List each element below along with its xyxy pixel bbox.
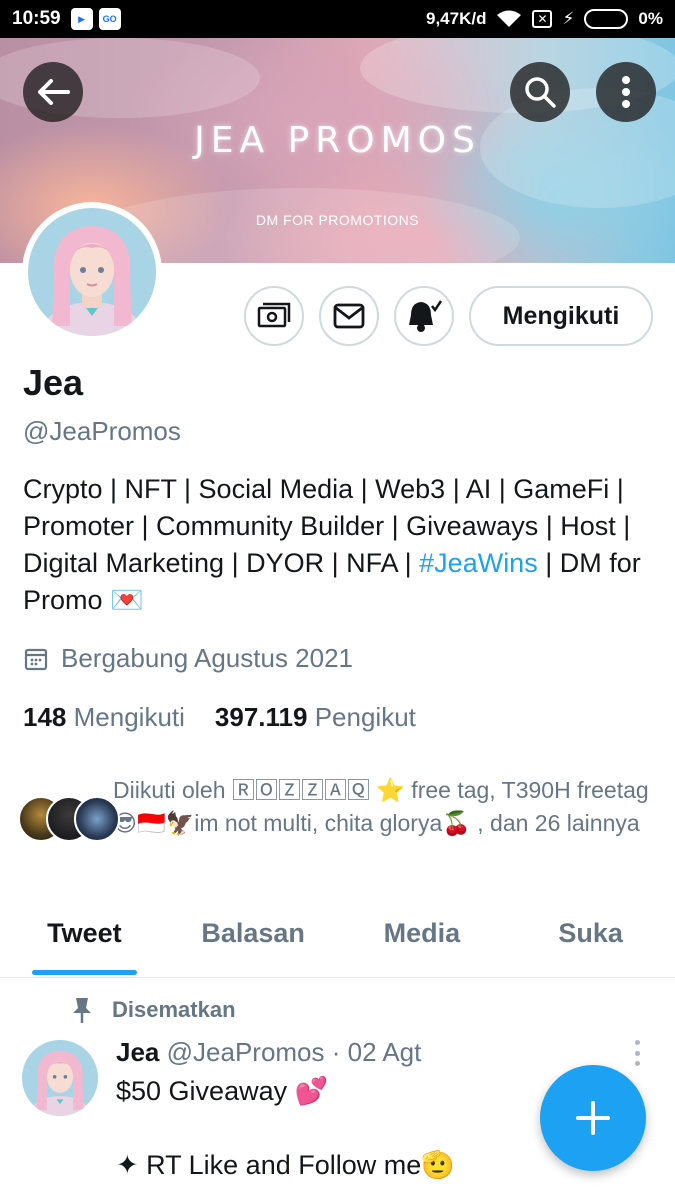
notifications-button[interactable] (394, 286, 454, 346)
tweet-text: $50 Giveaway 💕 ✦ RT Like and Follow me🫡 (116, 1076, 455, 1180)
profile-handle: @JeaPromos (23, 416, 181, 446)
wifi-icon (497, 10, 522, 27)
bell-check-icon (409, 300, 443, 332)
followers-label: Pengikut (314, 702, 416, 732)
pin-icon (73, 998, 91, 1023)
join-date-text: Bergabung Agustus 2021 (61, 643, 354, 673)
status-bar: 10:59 ▶ GO 9,47K/d ✕ ⚡ 0% (0, 0, 675, 38)
following-button[interactable]: Mengikuti (469, 286, 653, 346)
profile-avatar[interactable] (22, 202, 162, 342)
calendar-icon (24, 648, 48, 670)
search-button[interactable] (510, 62, 570, 122)
message-button[interactable] (319, 286, 379, 346)
charging-icon: ⚡ (562, 9, 575, 28)
tweet-author-name[interactable]: Jea (116, 1037, 159, 1067)
mutual-avatar (74, 796, 120, 842)
status-time: 10:59 (12, 8, 61, 29)
tweet-author-meta: @JeaPromos · 02 Agt (166, 1037, 422, 1067)
profile-name: Jea (23, 362, 84, 403)
followers-stat[interactable]: 397.119 Pengikut (215, 702, 416, 733)
tweet-more-button[interactable] (630, 1040, 644, 1066)
tip-button[interactable] (244, 286, 304, 346)
pinned-label: Disematkan (112, 997, 236, 1022)
compose-tweet-button[interactable] (540, 1065, 646, 1171)
play-store-icon: ▶ (70, 8, 93, 30)
profile-tabs: Tweet Balasan Media Suka (0, 900, 675, 978)
back-button[interactable] (23, 62, 83, 122)
following-count: 148 (23, 702, 67, 732)
arrow-left-icon (38, 79, 70, 105)
tab-tweet[interactable]: Tweet (0, 900, 169, 977)
followed-by-text: Diikuti oleh 🅁🄾🅉🅉🄰🅀 ⭐ free tag, T390H fr… (113, 777, 649, 836)
tab-media[interactable]: Media (338, 900, 507, 977)
bio-hashtag-link[interactable]: #JeaWins (419, 548, 538, 578)
more-options-button[interactable] (596, 62, 656, 122)
search-icon (525, 77, 556, 108)
no-sim-icon: ✕ (532, 10, 553, 28)
plus-icon (576, 1101, 610, 1135)
followed-by[interactable]: Diikuti oleh 🅁🄾🅉🅉🄰🅀 ⭐ free tag, T390H fr… (18, 774, 668, 846)
money-icon (257, 302, 291, 328)
follow-stats: 148 Mengikuti 397.119 Pengikut (23, 702, 416, 733)
battery-icon (584, 9, 629, 29)
profile-bio: Crypto | NFT | Social Media | Web3 | AI … (23, 471, 663, 619)
followers-count: 397.119 (214, 702, 308, 732)
join-date: Bergabung Agustus 2021 (23, 643, 353, 674)
avatar-image (28, 208, 156, 336)
pinned-indicator: Disematkan (70, 996, 236, 1024)
tweet-avatar[interactable] (22, 1040, 98, 1116)
following-label: Mengikuti (73, 702, 185, 732)
avatar-image (22, 1040, 98, 1116)
tab-replies[interactable]: Balasan (169, 900, 338, 977)
mutual-avatars (18, 796, 120, 846)
network-speed: 9,47K/d (426, 9, 487, 28)
go-app-icon: GO (98, 8, 121, 30)
envelope-icon (333, 303, 365, 329)
more-vertical-icon (622, 76, 630, 108)
tweet-header: Jea @JeaPromos · 02 Agt (116, 1037, 421, 1068)
status-indicators: 9,47K/d ✕ ⚡ 0% (426, 9, 663, 29)
following-stat[interactable]: 148 Mengikuti (23, 702, 185, 733)
banner-title: JEA PROMOS (194, 120, 481, 161)
tab-likes[interactable]: Suka (506, 900, 675, 977)
battery-level: 0% (638, 9, 663, 28)
